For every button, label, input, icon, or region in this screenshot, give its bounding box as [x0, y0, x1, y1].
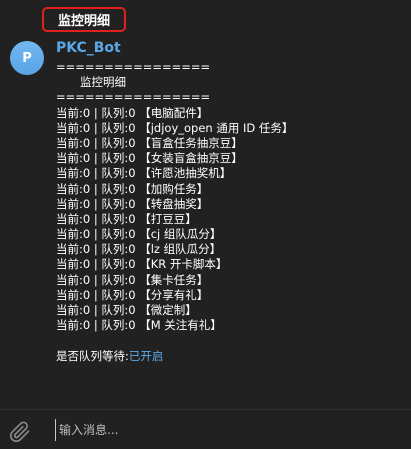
sender-name[interactable]: PKC_Bot [56, 39, 401, 57]
message-bubble: PKC_Bot ================ 监控明细 ==========… [56, 39, 401, 364]
task-line: 当前:0 | 队列:0 【盲盒任务抽京豆】 [56, 135, 243, 150]
task-line: 当前:0 | 队列:0 【KR 开卡脚本】 [56, 257, 228, 272]
avatar[interactable]: P [10, 41, 44, 75]
task-line: 当前:0 | 队列:0 【许愿池抽奖机】 [56, 166, 232, 181]
task-line: 当前:0 | 队列:0 【M 关注有礼】 [56, 318, 222, 333]
task-line: 当前:0 | 队列:0 【jdjoy_open 通用 ID 任务】 [56, 120, 294, 135]
task-line: 当前:0 | 队列:0 【微定制】 [56, 303, 197, 317]
task-line: 当前:0 | 队列:0 【cj 组队瓜分】 [56, 227, 222, 242]
queue-wait-line: 是否队列等待:已开启 [56, 349, 401, 364]
message-composer [0, 410, 411, 449]
task-line: 当前:0 | 队列:0 【lz 组队瓜分】 [56, 242, 222, 257]
message-input[interactable] [55, 419, 395, 441]
message-heading: 监控明细 [80, 75, 126, 90]
task-line: 当前:0 | 队列:0 【女装盲盒抽京豆】 [56, 151, 243, 166]
task-line: 当前:0 | 队列:0 【转盘抽奖】 [56, 196, 209, 211]
task-line: 当前:0 | 队列:0 【集卡任务】 [56, 272, 209, 287]
task-line: 当前:0 | 队列:0 【分享有礼】 [56, 287, 209, 302]
task-line: 当前:0 | 队列:0 【打豆豆】 [56, 211, 197, 226]
paperclip-icon[interactable] [9, 421, 31, 443]
message-body: ================ 监控明细 ================ 当… [56, 60, 401, 364]
task-line: 当前:0 | 队列:0 【电脑配件】 [56, 105, 209, 120]
task-line: 当前:0 | 队列:0 【加购任务】 [56, 181, 209, 196]
separator-line: ================ [56, 90, 211, 105]
avatar-letter: P [22, 50, 32, 66]
header-title: 监控明细 [42, 7, 126, 32]
queue-wait-value[interactable]: 已开启 [129, 349, 164, 363]
separator-line: ================ [56, 60, 211, 74]
queue-wait-label: 是否队列等待: [56, 348, 129, 363]
